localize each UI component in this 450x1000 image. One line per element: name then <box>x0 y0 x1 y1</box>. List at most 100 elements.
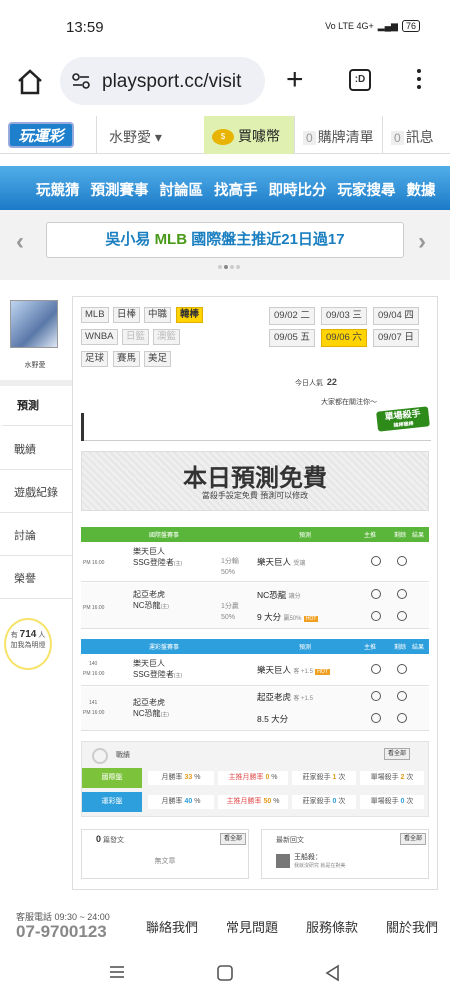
date-0906[interactable]: 09/06 六 <box>321 329 367 347</box>
cell-label: 主推月勝率 <box>226 798 262 805</box>
service-phone[interactable]: 07-9700123 <box>16 922 107 942</box>
bulb-pre: 有 <box>10 632 18 639</box>
banner-prev-icon[interactable]: ‹ <box>16 228 24 256</box>
cell-value: 40 <box>184 798 193 805</box>
main-nav: 玩競猜 預測賽事 討論區 找高手 即時比分 玩家搜尋 數據 <box>0 166 450 210</box>
nav-item-data[interactable]: 數據 <box>407 179 436 200</box>
nav-item-experts[interactable]: 找高手 <box>214 179 258 200</box>
away-team: 起亞老虎 <box>133 698 165 707</box>
cell-label: 莊家殺手 <box>302 798 331 805</box>
footer-contact-link[interactable]: 聯絡我們 <box>146 917 198 936</box>
banner-next-icon[interactable]: › <box>418 228 426 256</box>
home-tag: (主) <box>160 604 169 610</box>
banner-link[interactable]: 吳小易 MLB 國際盤主推近21日過17 <box>46 222 404 258</box>
lottery-col-remain: 剩餘 <box>394 645 407 651</box>
home-tag: (主) <box>173 673 183 679</box>
free-prediction-box: 本日預測免費 當殺手設定免費 預測可以修改 <box>81 451 429 511</box>
league-npb[interactable]: 日棒 <box>113 307 141 323</box>
new-tab-icon[interactable]: + <box>286 65 304 95</box>
footer-terms-link[interactable]: 服務條款 <box>306 917 358 936</box>
main-pick-radio[interactable] <box>371 664 381 674</box>
date-0905[interactable]: 09/05 五 <box>269 329 315 347</box>
remain-radio[interactable] <box>397 611 407 621</box>
league-kbo[interactable]: 韓棒 <box>176 307 204 323</box>
table-row: 141 PM 16:00 起亞老虎 NC恐龍(主) 起亞老虎 客 +1.5 8.5… <box>81 687 429 731</box>
sidebar-item-honor[interactable]: 榮譽 <box>0 559 72 599</box>
cart-link[interactable]: 0 購牌清單 <box>294 116 382 154</box>
game-time: PM 16:00 <box>83 605 105 611</box>
main-pick-radio[interactable] <box>371 713 381 723</box>
nav-item-player-search[interactable]: 玩家搜尋 <box>338 179 396 200</box>
league-horse[interactable]: 賽馬 <box>113 351 141 367</box>
remain-radio[interactable] <box>397 664 407 674</box>
league-soccer[interactable]: 足球 <box>81 351 109 367</box>
main-pick-radio[interactable] <box>371 691 381 701</box>
follower-bulb[interactable]: 有 714 人加我為明燈 <box>4 618 52 670</box>
away-team: 樂天巨人 <box>133 547 165 556</box>
footer-faq-link[interactable]: 常見問題 <box>226 917 278 936</box>
sidebar-item-predict[interactable]: 預測 <box>0 386 72 426</box>
address-bar[interactable]: playsport.cc/visit <box>60 57 265 105</box>
pick-cell: 起亞老虎 客 +1.5 <box>257 691 313 703</box>
main-pick-radio[interactable] <box>371 611 381 621</box>
nav-item-forum[interactable]: 討論區 <box>160 179 204 200</box>
league-nfl[interactable]: 美足 <box>144 351 172 367</box>
summary-row-lottery: 運彩盤 月勝率 40 % 主推月勝率 50 % 莊家殺手 0 次 單場殺手 0 … <box>82 792 430 812</box>
lottery-col-main: 主推 <box>364 645 377 651</box>
tabs-switcher-icon[interactable]: :D <box>349 69 371 91</box>
reply-text[interactable]: 我就沒研究 就是在對美 <box>294 862 345 869</box>
menu-more-icon[interactable] <box>417 69 421 93</box>
avatar[interactable] <box>10 300 58 348</box>
nav-item-predict[interactable]: 預測賽事 <box>91 179 149 200</box>
nav-item-live-score[interactable]: 即時比分 <box>269 179 327 200</box>
intl-table-header: 國際盤賽事 預測 主推 剩餘 結果 <box>81 527 429 542</box>
user-menu[interactable]: 水野愛 ▾ <box>96 116 204 154</box>
summary-more-button[interactable]: 看全部 <box>384 748 411 760</box>
lottery-col-pick: 預測 <box>299 645 312 651</box>
sidebar-item-game-log[interactable]: 遊戲紀錄 <box>0 473 72 513</box>
date-0903[interactable]: 09/03 三 <box>321 307 367 325</box>
cell-label: 單場殺手 <box>370 774 399 781</box>
game-time: PM 16:00 <box>83 560 105 566</box>
recents-icon[interactable] <box>108 964 126 980</box>
sidebar-item-discuss[interactable]: 討論 <box>0 516 72 556</box>
cart-count: 0 <box>303 131 316 145</box>
buy-coin-button[interactable]: $ 買噱幣 <box>204 116 294 154</box>
sidebar-item-record[interactable]: 戰績 <box>0 430 72 470</box>
date-0904[interactable]: 09/04 四 <box>373 307 419 325</box>
remain-radio[interactable] <box>397 713 407 723</box>
game-teams: 起亞老虎 NC恐龍(主) <box>133 589 169 613</box>
replies-more-button[interactable]: 看全部 <box>400 833 427 845</box>
remain-radio[interactable] <box>397 691 407 701</box>
promo-banner: ‹ 吳小易 MLB 國際盤主推近21日過17 › <box>0 210 450 280</box>
posts-more-button[interactable]: 看全部 <box>220 833 247 845</box>
cell-value: 0 <box>400 798 405 805</box>
pick-cell: 樂天巨人 受讓 <box>257 556 305 568</box>
free-subtitle: 當殺手設定免費 預測可以修改 <box>201 491 309 500</box>
footer-about-link[interactable]: 關於我們 <box>386 917 438 936</box>
main-pick-radio[interactable] <box>371 589 381 599</box>
site-settings-icon[interactable] <box>72 73 90 89</box>
home-icon[interactable] <box>16 68 44 96</box>
remain-radio[interactable] <box>397 556 407 566</box>
message-count: 0 <box>391 131 404 145</box>
messages-link[interactable]: 0 訊息 <box>382 116 450 154</box>
league-wnba[interactable]: WNBA <box>81 329 118 345</box>
target-icon <box>92 748 108 764</box>
remain-radio[interactable] <box>397 589 407 599</box>
league-mlb[interactable]: MLB <box>81 307 109 323</box>
pick-cell-2: 9 大分 贏50% HOT <box>257 611 319 623</box>
cell-value: 0 <box>332 798 337 805</box>
home-nav-icon[interactable] <box>216 964 234 982</box>
nav-item-guess[interactable]: 玩競猜 <box>36 179 80 200</box>
away-team: 起亞老虎 <box>133 590 165 599</box>
league-cpbl[interactable]: 中職 <box>144 307 172 323</box>
reply-user[interactable]: 王船殺： <box>294 852 322 862</box>
row-label: 運彩盤 <box>82 792 142 812</box>
back-icon[interactable] <box>324 964 342 982</box>
date-0902[interactable]: 09/02 二 <box>269 307 315 325</box>
date-0907[interactable]: 09/07 日 <box>373 329 419 347</box>
main-pick-radio[interactable] <box>371 556 381 566</box>
site-logo[interactable]: 玩運彩 <box>8 122 74 148</box>
home-tag: (主) <box>173 561 183 567</box>
